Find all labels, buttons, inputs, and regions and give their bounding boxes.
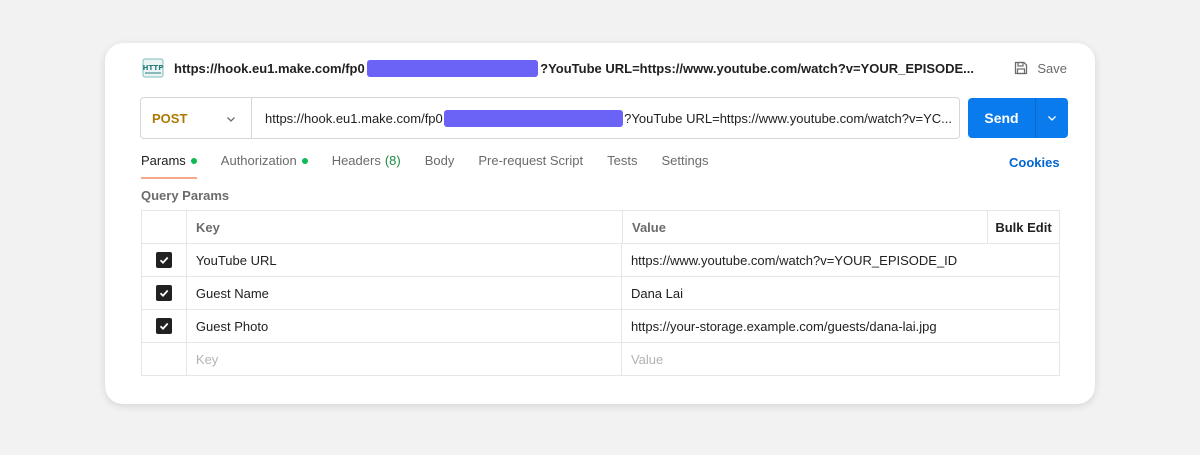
request-name-prefix: https://hook.eu1.make.com/fp0 — [174, 60, 365, 76]
row-checkbox[interactable] — [155, 318, 172, 334]
tab-tests[interactable]: Tests — [607, 153, 637, 179]
checkmark-icon — [159, 289, 169, 298]
headers-count-badge: (8) — [384, 153, 401, 168]
chevron-down-icon — [1048, 116, 1056, 121]
new-value-input[interactable]: Value — [622, 343, 1059, 375]
table-row: Guest Name Dana Lai — [142, 277, 1059, 310]
header-check-cell — [142, 211, 187, 243]
tab-params[interactable]: Params — [141, 153, 197, 179]
tab-pre-request-script[interactable]: Pre-request Script — [478, 153, 583, 179]
param-key-input[interactable]: Guest Photo — [187, 310, 622, 342]
send-button-group: Send — [968, 98, 1068, 138]
query-params-table: Key Value Bulk Edit YouTube URL https://… — [141, 210, 1060, 376]
redacted-block — [443, 109, 624, 127]
row-checkbox-cell — [142, 277, 187, 309]
status-dot — [190, 158, 197, 164]
column-header-key: Key — [187, 211, 623, 243]
request-panel: HTTP https://hook.eu1.make.com/fp0 ?YouT… — [105, 43, 1095, 404]
tab-label: Pre-request Script — [478, 153, 584, 168]
request-tabs: Params Authorization Headers (8) Body Pr… — [141, 153, 732, 179]
svg-text:HTTP: HTTP — [143, 64, 164, 72]
url-suffix: ?YouTube URL=https://www.youtube.com/wat… — [624, 110, 952, 126]
param-key-input[interactable]: YouTube URL — [187, 244, 622, 276]
save-button[interactable]: Save — [1013, 60, 1067, 76]
param-value-input[interactable]: Dana Lai — [622, 277, 1059, 309]
row-checkbox[interactable] — [155, 252, 172, 268]
bulk-edit-button[interactable]: Bulk Edit — [988, 211, 1059, 243]
table-row: YouTube URL https://www.youtube.com/watc… — [142, 244, 1059, 277]
redacted-block — [366, 59, 539, 77]
column-header-value: Value — [623, 211, 988, 243]
status-dot — [301, 158, 308, 164]
request-name[interactable]: https://hook.eu1.make.com/fp0 ?YouTube U… — [174, 59, 974, 77]
save-label: Save — [1037, 60, 1067, 76]
method-label: POST — [152, 110, 188, 126]
tab-settings[interactable]: Settings — [661, 153, 708, 179]
send-button[interactable]: Send — [968, 98, 1035, 138]
http-icon: HTTP — [142, 58, 164, 78]
table-header-row: Key Value Bulk Edit — [142, 211, 1059, 244]
request-name-suffix: ?YouTube URL=https://www.youtube.com/wat… — [540, 60, 974, 76]
checkmark-icon — [159, 256, 169, 265]
param-value-input[interactable]: https://www.youtube.com/watch?v=YOUR_EPI… — [622, 244, 1059, 276]
tab-label: Authorization — [220, 153, 297, 168]
table-row-new: Key Value — [142, 343, 1059, 375]
tab-label: Params — [141, 153, 186, 168]
new-key-input[interactable]: Key — [187, 343, 622, 375]
tab-headers[interactable]: Headers (8) — [332, 153, 401, 179]
chevron-down-icon — [227, 117, 235, 122]
send-options-button[interactable] — [1035, 98, 1068, 138]
tab-label: Settings — [661, 153, 709, 168]
query-params-label: Query Params — [141, 188, 230, 203]
row-checkbox-cell — [142, 244, 187, 276]
row-checkbox[interactable] — [155, 285, 172, 301]
url-input[interactable]: https://hook.eu1.make.com/fp0 ?YouTube U… — [252, 109, 952, 127]
request-title-row: HTTP https://hook.eu1.make.com/fp0 ?YouT… — [141, 55, 1067, 81]
cookies-link[interactable]: Cookies — [1009, 155, 1060, 170]
param-key-input[interactable]: Guest Name — [187, 277, 622, 309]
row-checkbox-cell — [142, 310, 187, 342]
method-select[interactable]: POST — [141, 98, 252, 138]
row-checkbox-cell — [142, 343, 187, 375]
tab-label: Headers — [331, 153, 381, 168]
param-value-input[interactable]: https://your-storage.example.com/guests/… — [622, 310, 1059, 342]
tab-label: Body — [424, 153, 455, 168]
tab-authorization[interactable]: Authorization — [221, 153, 308, 179]
save-icon — [1015, 61, 1028, 75]
tab-label: Tests — [607, 153, 638, 168]
tab-body[interactable]: Body — [425, 153, 455, 179]
request-bar: POST https://hook.eu1.make.com/fp0 ?YouT… — [140, 97, 960, 139]
table-row: Guest Photo https://your-storage.example… — [142, 310, 1059, 343]
checkmark-icon — [159, 322, 169, 331]
url-prefix: https://hook.eu1.make.com/fp0 — [265, 110, 443, 126]
